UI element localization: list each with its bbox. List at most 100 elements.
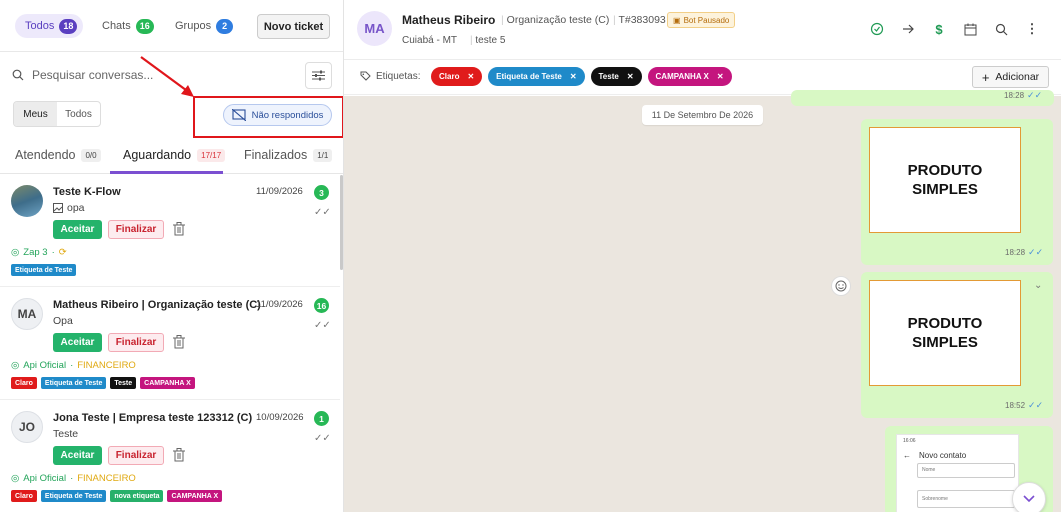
dollar-icon[interactable]: $ (930, 20, 948, 38)
message-time: 18:28 ✓✓ (1004, 90, 1042, 101)
tab-waiting[interactable]: Aguardando 17/17 (123, 148, 226, 162)
trash-icon[interactable] (173, 448, 185, 462)
label-chip[interactable]: Claro ✕ (431, 67, 483, 86)
ticket-channel: ◎ Api Oficial · FINANCEIRO (11, 473, 136, 484)
annotation-arrow-icon (140, 56, 194, 97)
chevron-down-icon[interactable]: ⌄ (1034, 280, 1042, 291)
queue-name-text: teste 5 (475, 35, 506, 46)
double-check-icon: ✓✓ (314, 207, 331, 218)
date-separator: 11 De Setembro De 2026 (642, 105, 763, 125)
finish-button[interactable]: Finalizar (108, 220, 164, 239)
tag: Claro (11, 490, 37, 502)
scroll-down-button[interactable] (1012, 482, 1046, 512)
message-area[interactable]: 18:28 ✓✓ 11 De Setembro De 2026 PRODUTO SI… (344, 90, 1061, 512)
ticket-id: | T#383093 (613, 14, 666, 26)
accept-button[interactable]: Aceitar (53, 220, 102, 239)
list-scrollbar[interactable] (340, 175, 343, 270)
whatsapp-icon: ◎ (11, 247, 20, 258)
react-emoji-icon[interactable] (831, 276, 851, 296)
ticket-id-text: T#383093 (618, 14, 666, 26)
back-arrow-icon: ← (903, 451, 911, 460)
labels-title: Etiquetas: (360, 71, 420, 82)
image-icon (53, 203, 63, 213)
ticket-item[interactable]: JO Jona Teste | Empresa teste 123312 (C)… (0, 401, 340, 512)
close-icon[interactable]: ✕ (717, 72, 724, 81)
tag: Teste (110, 377, 137, 389)
contact-org: | Organização teste (C) (501, 14, 610, 26)
label-chip[interactable]: CAMPANHA X ✕ (647, 67, 732, 86)
tab-attending-label: Atendendo (15, 148, 76, 162)
channel-name: Zap 3 (23, 247, 48, 258)
trash-icon[interactable] (173, 335, 185, 349)
queue-name: | teste 5 (470, 35, 506, 46)
tab-finished[interactable]: Finalizados 1/1 (244, 148, 333, 162)
add-label-button[interactable]: + Adicionar (972, 66, 1049, 88)
unread-badge: 16 (314, 298, 329, 313)
message-image[interactable]: PRODUTO SIMPLES (869, 280, 1021, 386)
close-icon[interactable]: ✕ (467, 72, 474, 81)
chevron-down-icon (1023, 495, 1035, 503)
phone-field-surname: Sobrenome (917, 490, 1015, 508)
ticket-date: 10/09/2026 (256, 412, 304, 423)
resolve-check-icon[interactable] (868, 20, 886, 38)
contact-name: Matheus Ribeiro (402, 13, 496, 27)
image-text-line-1: PRODUTO (907, 315, 983, 332)
ticket-item[interactable]: Teste K-Flow 11/09/2026 opa 3 ✓✓ Aceitar… (0, 175, 340, 287)
ticket-date: 11/09/2026 (256, 299, 303, 310)
message-image[interactable]: 16:06 ← Novo contato Nome Sobrenome (896, 434, 1019, 512)
ticket-list-panel: Todos 18 Chats 16 Grupos 2 Novo ticket P… (0, 0, 344, 512)
more-vertical-icon[interactable]: ⋮ (1023, 20, 1041, 38)
message-time: 18:28 ✓✓ (1005, 247, 1043, 258)
tab-waiting-label: Aguardando (123, 148, 192, 162)
search-messages-icon[interactable] (992, 20, 1010, 38)
tag: CAMPANHA X (140, 377, 195, 389)
message-time: 18:52 ✓✓ (1005, 400, 1043, 411)
ticket-tags: Etiqueta de Teste (11, 264, 77, 276)
contact-avatar[interactable]: MA (357, 11, 392, 46)
ticket-tags: Claro Etiqueta de Teste Teste CAMPANHA X (11, 377, 195, 389)
channel-name: Api Oficial (23, 473, 67, 484)
message-image[interactable]: PRODUTO SIMPLES (869, 127, 1021, 233)
transfer-arrow-icon[interactable] (899, 20, 917, 38)
phone-clock: 16:06 (903, 438, 916, 444)
label-chips: Claro ✕ Etiqueta de Teste ✕ Teste ✕ CAMPANH… (431, 67, 732, 86)
bot-status-badge: ▣ Bot Pausado (667, 12, 736, 28)
label-chip[interactable]: Teste ✕ (590, 67, 642, 86)
avatar: MA (11, 298, 43, 330)
labels-title-text: Etiquetas: (376, 71, 421, 82)
whatsapp-icon: ◎ (11, 473, 20, 484)
tag: Etiqueta de Teste (40, 377, 107, 389)
message-bubble[interactable]: PRODUTO SIMPLES 18:52 ✓✓ (861, 272, 1053, 418)
tag: Etiqueta de Teste (11, 264, 77, 276)
ticket-preview: Opa (53, 315, 73, 327)
message-time-text: 18:28 (1004, 91, 1025, 100)
image-text-line-2: SIMPLES (912, 181, 978, 198)
label-chip-text: Claro (439, 72, 460, 81)
tab-waiting-count: 17/17 (197, 148, 226, 162)
ticket-tags: Claro Etiqueta de Teste nova etiqueta CA… (11, 490, 223, 502)
phone-title: ← Novo contato (903, 451, 966, 460)
image-text-line-1: PRODUTO (907, 162, 983, 179)
accept-button[interactable]: Aceitar (53, 333, 102, 352)
separator-dot: · (70, 473, 74, 484)
close-icon[interactable]: ✕ (627, 72, 634, 81)
separator-dot: · (70, 360, 74, 371)
double-check-icon: ✓✓ (314, 320, 331, 331)
tab-attending[interactable]: Atendendo 0/0 (15, 148, 101, 162)
ticket-item[interactable]: MA Matheus Ribeiro | Organização teste (… (0, 288, 340, 400)
calendar-icon[interactable] (961, 20, 979, 38)
accept-button[interactable]: Aceitar (53, 446, 102, 465)
message-bubble[interactable]: PRODUTO SIMPLES 18:28 ✓✓ (861, 119, 1053, 265)
message-bubble: 18:28 ✓✓ (791, 90, 1054, 106)
ticket-name: Jona Teste | Empresa teste 123312 (C) (53, 412, 253, 424)
label-chip[interactable]: Etiqueta de Teste ✕ (488, 67, 585, 86)
ticket-preview-text: Teste (53, 428, 79, 440)
avatar (11, 185, 43, 217)
avatar: JO (11, 411, 43, 443)
finish-button[interactable]: Finalizar (108, 333, 164, 352)
department-name: FINANCEIRO (77, 360, 136, 371)
finish-button[interactable]: Finalizar (108, 446, 164, 465)
close-icon[interactable]: ✕ (570, 72, 577, 81)
trash-icon[interactable] (173, 222, 185, 236)
contact-city: Cuiabá - MT (402, 35, 458, 46)
